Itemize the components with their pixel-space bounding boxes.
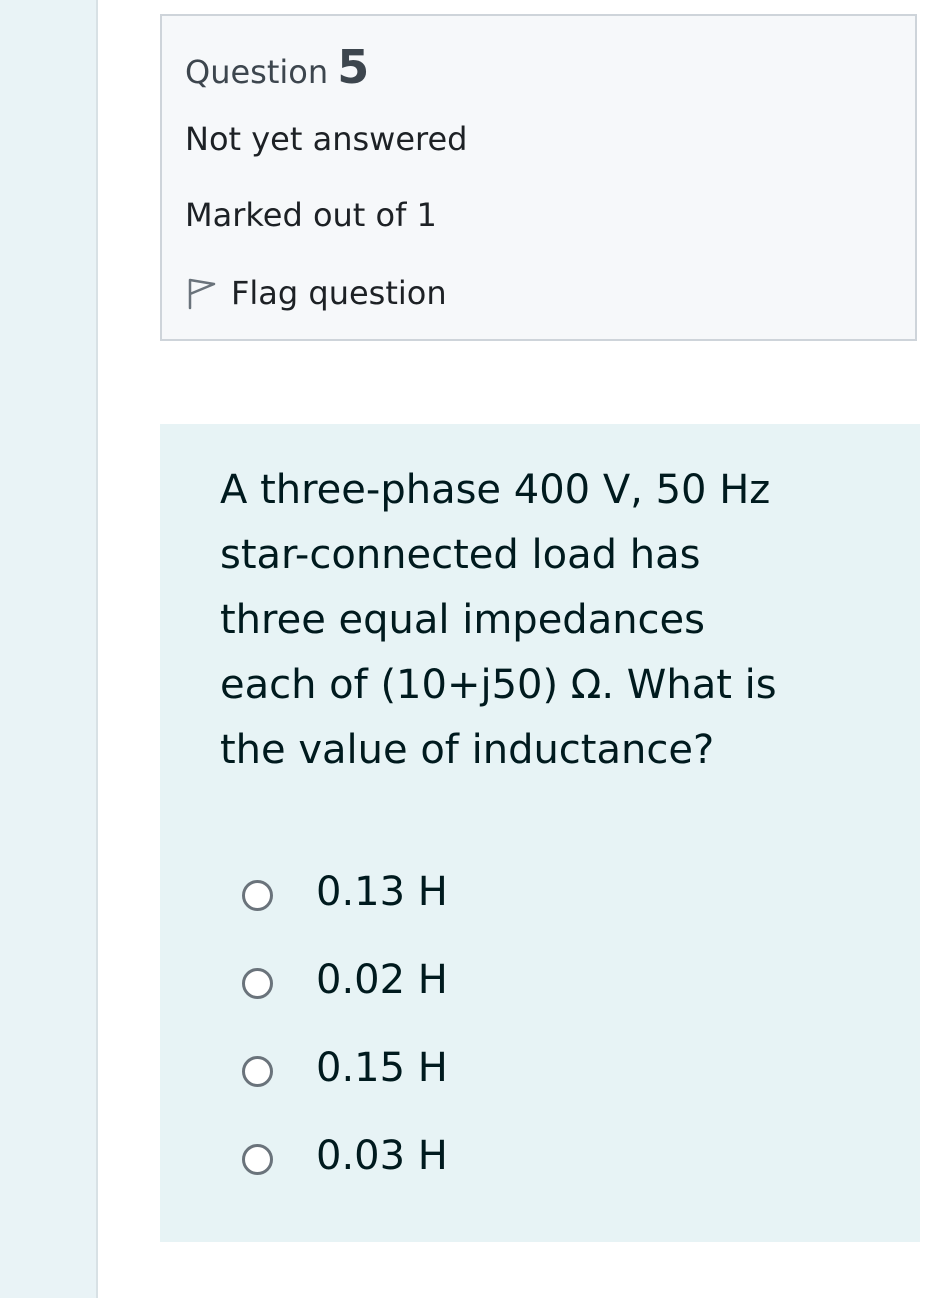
question-number: 5	[337, 40, 370, 94]
question-state: Not yet answered	[185, 120, 468, 158]
answer-option-1[interactable]: 0.13 H	[242, 848, 802, 936]
answer-options: 0.13 H 0.02 H 0.15 H 0.03 H	[242, 848, 802, 1200]
answer-label-1[interactable]: 0.13 H	[316, 869, 448, 915]
radio-button-1[interactable]	[242, 879, 273, 911]
answer-label-4[interactable]: 0.03 H	[316, 1133, 448, 1179]
answer-option-3[interactable]: 0.15 H	[242, 1024, 802, 1112]
answer-label-3[interactable]: 0.15 H	[316, 1045, 448, 1091]
question-text: A three-phase 400 V, 50 Hz star-connecte…	[220, 467, 777, 773]
answer-option-4[interactable]: 0.03 H	[242, 1112, 802, 1200]
question-label: Question	[185, 53, 329, 91]
question-grade: Marked out of 1	[185, 196, 437, 234]
question-info-panel: Question 5 Not yet answered Marked out o…	[160, 14, 917, 341]
radio-button-4[interactable]	[242, 1143, 273, 1175]
question-heading: Question 5	[185, 40, 369, 94]
radio-button-2[interactable]	[242, 967, 273, 999]
radio-button-3[interactable]	[242, 1055, 273, 1087]
flag-icon	[185, 272, 217, 314]
question-content-panel: A three-phase 400 V, 50 Hz star-connecte…	[160, 424, 920, 1242]
flag-question-label: Flag question	[231, 274, 447, 312]
answer-label-2[interactable]: 0.02 H	[316, 957, 448, 1003]
left-navigation-rail	[0, 0, 98, 1298]
flag-question-button[interactable]: Flag question	[185, 272, 447, 314]
answer-option-2[interactable]: 0.02 H	[242, 936, 802, 1024]
